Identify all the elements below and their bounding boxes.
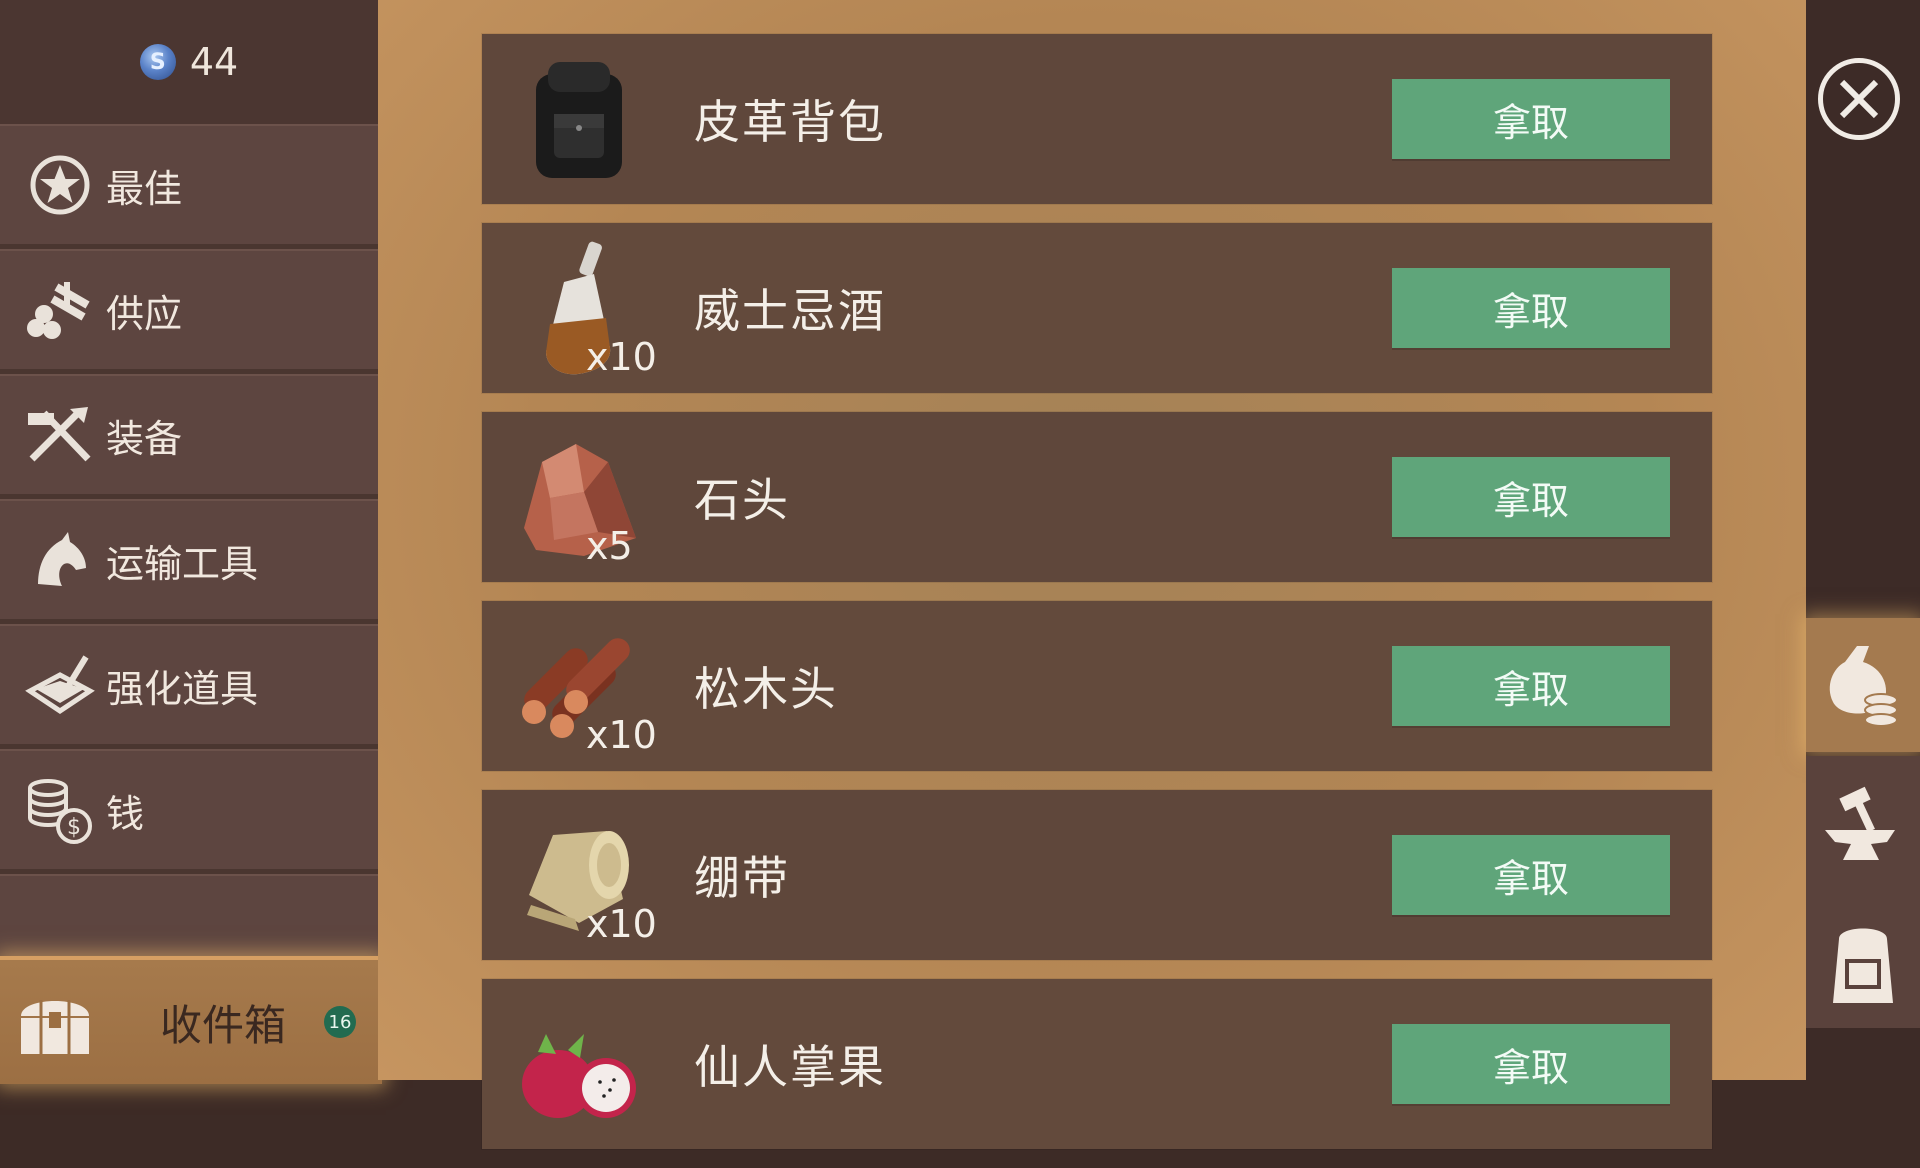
inbox-panel: 皮革背包 拿取 x10 威士忌酒 拿取 x5 石头 拿取 x10 松木头 拿取 … [378, 0, 1806, 1149]
item-quantity: x10 [586, 713, 657, 757]
sidebar-item-best[interactable]: 最佳 [0, 124, 378, 244]
sidebar-item-label: 运输工具 [106, 541, 259, 586]
anvil-hammer-icon [1821, 786, 1905, 874]
sidebar-item-supply[interactable]: 供应 [0, 249, 378, 369]
sidebar-item-boosters[interactable]: 强化道具 [0, 624, 378, 744]
currency-amount: 44 [189, 40, 239, 84]
list-item: 皮革背包 拿取 [482, 34, 1712, 204]
sidebar-item-label: 强化道具 [106, 666, 259, 711]
tab-crafting[interactable] [1806, 756, 1920, 904]
sidebar: S 44 最佳 供应 装备 运输工具 强化道具 $ 钱 收件箱 16 [0, 0, 382, 1084]
category-menu: 最佳 供应 装备 运输工具 强化道具 $ 钱 [0, 124, 378, 972]
coins-dollar-icon: $ [20, 770, 100, 850]
item-name: 皮革背包 [694, 95, 886, 149]
inbox-label: 收件箱 [160, 1000, 287, 1050]
money-bag-coins-icon [1823, 638, 1903, 732]
take-button[interactable]: 拿取 [1392, 79, 1670, 159]
crossed-tools-icon [20, 395, 100, 475]
currency-display: S 44 [0, 0, 378, 124]
sidebar-item-label: 供应 [106, 291, 183, 336]
sidebar-item-label: 装备 [106, 416, 183, 461]
take-button[interactable]: 拿取 [1392, 835, 1670, 915]
item-name: 绷带 [694, 851, 790, 905]
list-item: 仙人掌果 拿取 [482, 979, 1712, 1149]
take-button[interactable]: 拿取 [1392, 268, 1670, 348]
list-item: x10 松木头 拿取 [482, 601, 1712, 771]
gem-coin-icon: S [139, 44, 176, 80]
sidebar-item-label: 钱 [106, 791, 145, 836]
sidebar-item-equipment[interactable]: 装备 [0, 374, 378, 494]
book-quill-icon [20, 645, 100, 725]
horse-head-icon [20, 520, 100, 600]
inbox-count-badge: 16 [324, 1006, 356, 1038]
item-quantity: x5 [586, 524, 633, 568]
svg-text:$: $ [67, 815, 81, 840]
take-button[interactable]: 拿取 [1392, 646, 1670, 726]
leather-backpack-icon [504, 44, 654, 194]
item-name: 石头 [694, 473, 790, 527]
tab-backpack[interactable] [1806, 904, 1920, 1028]
take-button[interactable]: 拿取 [1392, 457, 1670, 537]
dragon-fruit-icon [504, 989, 654, 1139]
list-item: x10 绷带 拿取 [482, 790, 1712, 960]
logs-supply-icon [20, 270, 100, 350]
right-rail [1806, 0, 1920, 1080]
take-button[interactable]: 拿取 [1392, 1024, 1670, 1104]
list-item: x10 威士忌酒 拿取 [482, 223, 1712, 393]
item-name: 仙人掌果 [694, 1040, 886, 1094]
star-badge-icon [20, 145, 100, 225]
sidebar-item-money[interactable]: $ 钱 [0, 749, 378, 869]
close-icon[interactable] [1818, 58, 1900, 140]
sidebar-item-label: 最佳 [106, 166, 183, 211]
item-name: 威士忌酒 [694, 284, 886, 338]
item-list: 皮革背包 拿取 x10 威士忌酒 拿取 x5 石头 拿取 x10 松木头 拿取 … [482, 34, 1712, 1168]
item-name: 松木头 [694, 662, 838, 716]
list-item: x5 石头 拿取 [482, 412, 1712, 582]
item-quantity: x10 [586, 902, 657, 946]
sidebar-item-inbox[interactable]: 收件箱 16 [0, 956, 382, 1084]
sidebar-item-transport[interactable]: 运输工具 [0, 499, 378, 619]
treasure-chest-icon [10, 977, 100, 1067]
item-quantity: x10 [586, 335, 657, 379]
tab-money-bag[interactable] [1806, 618, 1920, 752]
backpack-icon [1823, 919, 1903, 1013]
